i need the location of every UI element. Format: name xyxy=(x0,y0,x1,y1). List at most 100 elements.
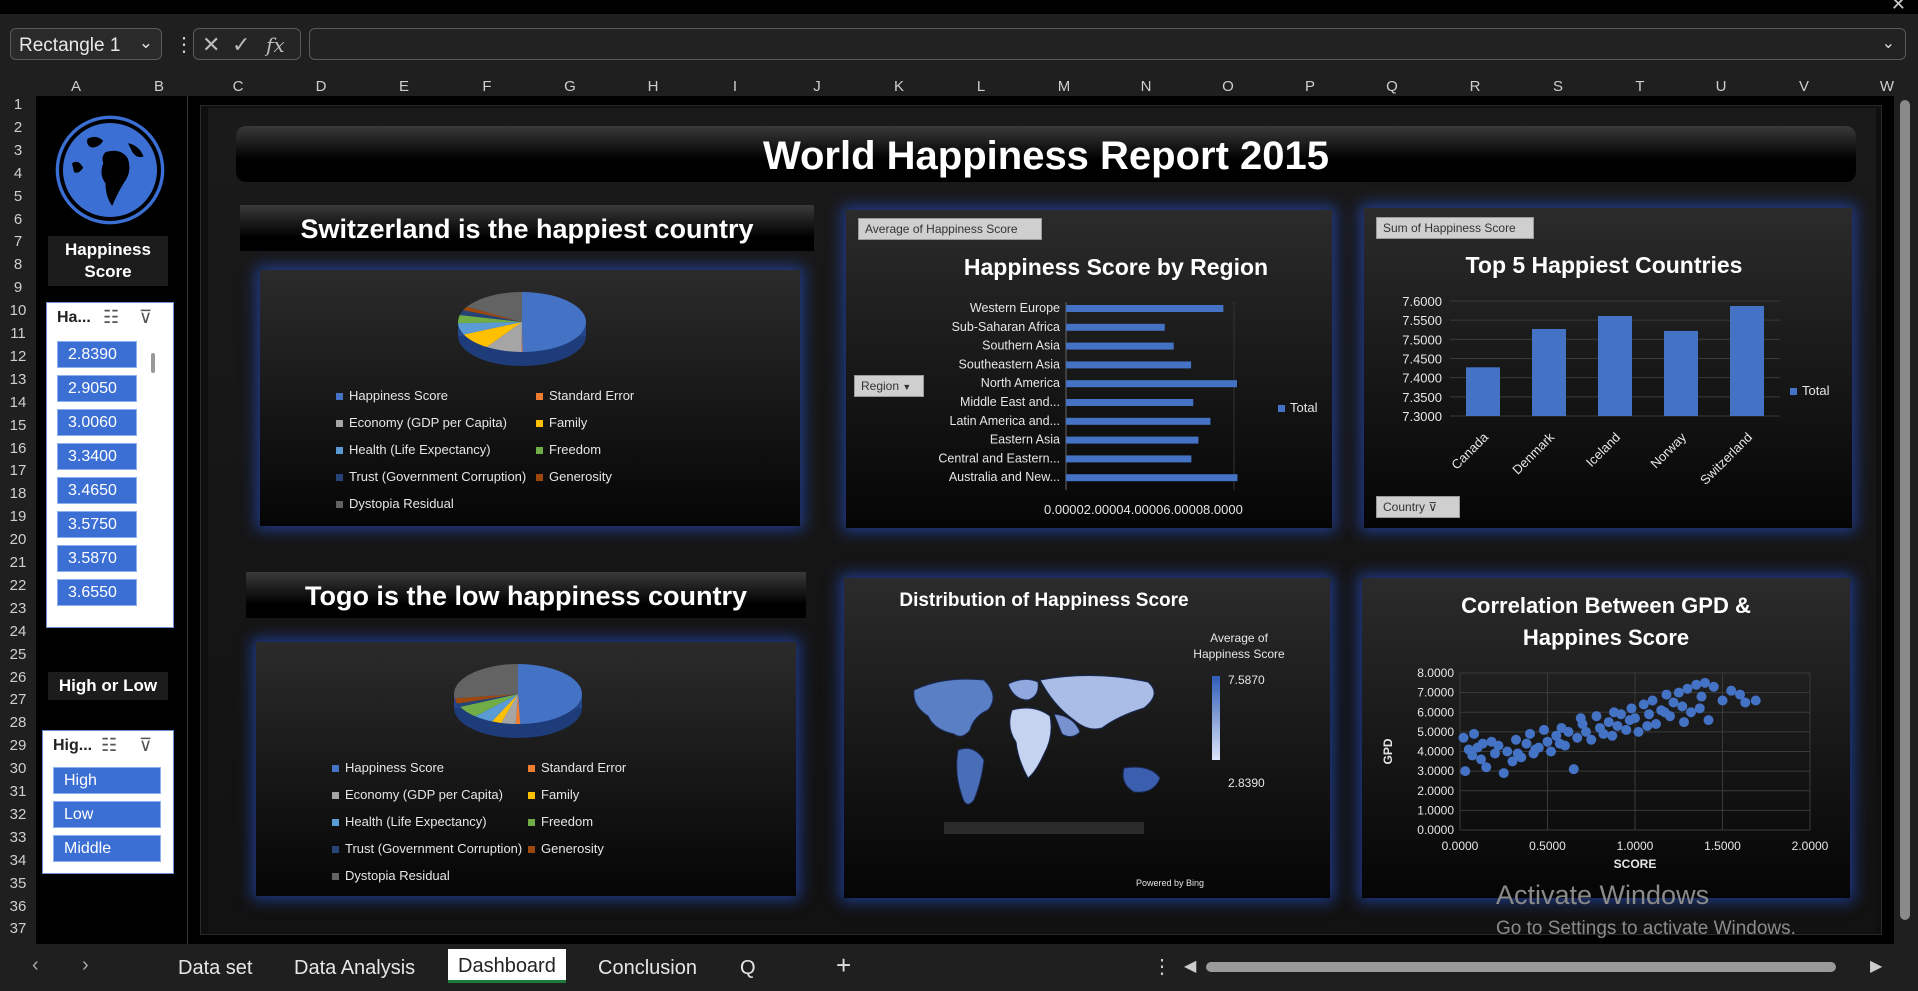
scroll-left-icon[interactable]: ◀ xyxy=(1184,956,1196,976)
bar[interactable] xyxy=(1066,342,1174,350)
bar[interactable] xyxy=(1066,417,1211,425)
scatter-point[interactable] xyxy=(1502,746,1513,757)
clear-filter-icon[interactable]: ⊽ xyxy=(139,735,152,756)
row-header[interactable]: 25 xyxy=(0,646,36,669)
bar[interactable] xyxy=(1598,315,1632,416)
column-header[interactable]: C xyxy=(208,78,268,95)
scatter-point[interactable] xyxy=(1481,762,1492,773)
row-header[interactable]: 21 xyxy=(0,554,36,577)
row-header[interactable]: 6 xyxy=(0,211,36,234)
scatter-point[interactable] xyxy=(1546,746,1556,757)
column-header[interactable]: D xyxy=(291,78,351,95)
row-header[interactable]: 16 xyxy=(0,440,36,463)
row-header[interactable]: 2 xyxy=(0,119,36,142)
more-icon[interactable]: ⋮ xyxy=(174,32,194,57)
row-header[interactable]: 13 xyxy=(0,371,36,394)
scatter-point[interactable] xyxy=(1647,695,1658,706)
scatter-point[interactable] xyxy=(1493,740,1504,751)
scatter-point[interactable] xyxy=(1498,768,1509,779)
slicer-item[interactable]: 3.3400 xyxy=(57,443,137,470)
row-header[interactable]: 27 xyxy=(0,691,36,714)
sheet-tab[interactable]: Q xyxy=(740,957,756,980)
scatter-point[interactable] xyxy=(1703,715,1714,726)
scatter-point[interactable] xyxy=(1542,736,1553,747)
column-header[interactable]: E xyxy=(374,78,434,95)
row-header[interactable]: 36 xyxy=(0,898,36,921)
slicer-item[interactable]: 2.8390 xyxy=(57,341,137,368)
column-header[interactable]: P xyxy=(1280,78,1340,95)
bar[interactable] xyxy=(1466,367,1500,416)
column-header[interactable]: L xyxy=(951,78,1011,95)
row-header[interactable]: 32 xyxy=(0,806,36,829)
prev-sheet-icon[interactable]: ‹ xyxy=(32,954,39,977)
slicer-item[interactable]: Middle xyxy=(53,835,161,862)
scatter-point[interactable] xyxy=(1603,717,1614,728)
name-box[interactable]: Rectangle 1 ⌄ xyxy=(10,28,162,60)
row-header[interactable]: 31 xyxy=(0,783,36,806)
bar[interactable] xyxy=(1066,399,1194,406)
slicer-item[interactable]: Low xyxy=(53,801,161,828)
row-header[interactable]: 33 xyxy=(0,829,36,852)
bar[interactable] xyxy=(1066,436,1199,444)
scroll-thumb[interactable] xyxy=(1900,100,1910,920)
column-header[interactable]: B xyxy=(129,78,189,95)
scatter-point[interactable] xyxy=(1460,766,1471,777)
multi-select-icon[interactable]: ☷ xyxy=(103,307,119,328)
scatter-point[interactable] xyxy=(1525,728,1535,739)
high-low-slicer[interactable]: Hig... ☷ ⊽ High Low Middle xyxy=(42,730,174,874)
scatter-point[interactable] xyxy=(1572,732,1583,743)
scatter-point[interactable] xyxy=(1642,720,1653,731)
scatter-point[interactable] xyxy=(1607,730,1618,741)
row-header[interactable]: 15 xyxy=(0,417,36,440)
bar[interactable] xyxy=(1066,380,1237,388)
scatter-point[interactable] xyxy=(1586,734,1597,745)
scatter-point[interactable] xyxy=(1521,738,1532,749)
top5-chart-card[interactable]: Sum of Happiness Score Top 5 Happiest Co… xyxy=(1364,208,1852,528)
more-icon[interactable]: ⋮ xyxy=(1152,954,1172,979)
column-header[interactable]: T xyxy=(1610,78,1670,95)
scatter-point[interactable] xyxy=(1568,764,1579,775)
row-header[interactable]: 9 xyxy=(0,279,36,302)
sheet-tab[interactable]: Dashboard xyxy=(448,949,566,983)
scatter-point[interactable] xyxy=(1563,726,1574,737)
scatter-point[interactable] xyxy=(1616,709,1626,720)
row-header[interactable]: 12 xyxy=(0,348,36,371)
column-header[interactable]: A xyxy=(46,78,106,95)
row-header[interactable]: 20 xyxy=(0,531,36,554)
scatter-point[interactable] xyxy=(1612,720,1623,731)
row-header[interactable]: 5 xyxy=(0,188,36,211)
lowest-pie-card[interactable]: Happiness Score Standard Error Economy (GD… xyxy=(256,642,796,896)
scatter-point[interactable] xyxy=(1539,724,1549,735)
scatter-point[interactable] xyxy=(1638,699,1649,710)
row-header[interactable]: 29 xyxy=(0,737,36,760)
column-header[interactable]: S xyxy=(1528,78,1588,95)
row-header[interactable]: 34 xyxy=(0,852,36,875)
column-header[interactable]: M xyxy=(1034,78,1094,95)
scatter-chart-card[interactable]: Correlation Between GPD & Happines Score… xyxy=(1362,578,1850,898)
scatter-point[interactable] xyxy=(1708,681,1719,692)
scatter-point[interactable] xyxy=(1673,687,1684,698)
bar[interactable] xyxy=(1664,330,1698,416)
chevron-down-icon[interactable]: ⌄ xyxy=(139,33,153,53)
row-header[interactable]: 14 xyxy=(0,394,36,417)
scatter-point[interactable] xyxy=(1694,703,1705,714)
slicer-item[interactable]: 3.5750 xyxy=(57,511,137,538)
scatter-point[interactable] xyxy=(1661,689,1672,700)
insert-function-icon[interactable]: fx xyxy=(266,33,285,57)
bar[interactable] xyxy=(1066,474,1238,482)
scatter-point[interactable] xyxy=(1575,713,1586,724)
scatter-point[interactable] xyxy=(1598,728,1609,739)
slicer-item[interactable]: High xyxy=(53,767,161,794)
scatter-point[interactable] xyxy=(1554,738,1565,749)
column-header[interactable]: G xyxy=(540,78,600,95)
scatter-point[interactable] xyxy=(1530,744,1541,755)
row-header[interactable]: 8 xyxy=(0,256,36,279)
column-header[interactable]: H xyxy=(623,78,683,95)
scatter-point[interactable] xyxy=(1626,703,1637,714)
map-chart-card[interactable]: Distribution of Happiness Score Average … xyxy=(844,578,1330,898)
slicer-item[interactable]: 3.0060 xyxy=(57,409,137,436)
scatter-point[interactable] xyxy=(1644,709,1654,720)
scatter-point[interactable] xyxy=(1651,719,1661,730)
scatter-point[interactable] xyxy=(1512,748,1523,759)
scatter-point[interactable] xyxy=(1700,677,1710,688)
